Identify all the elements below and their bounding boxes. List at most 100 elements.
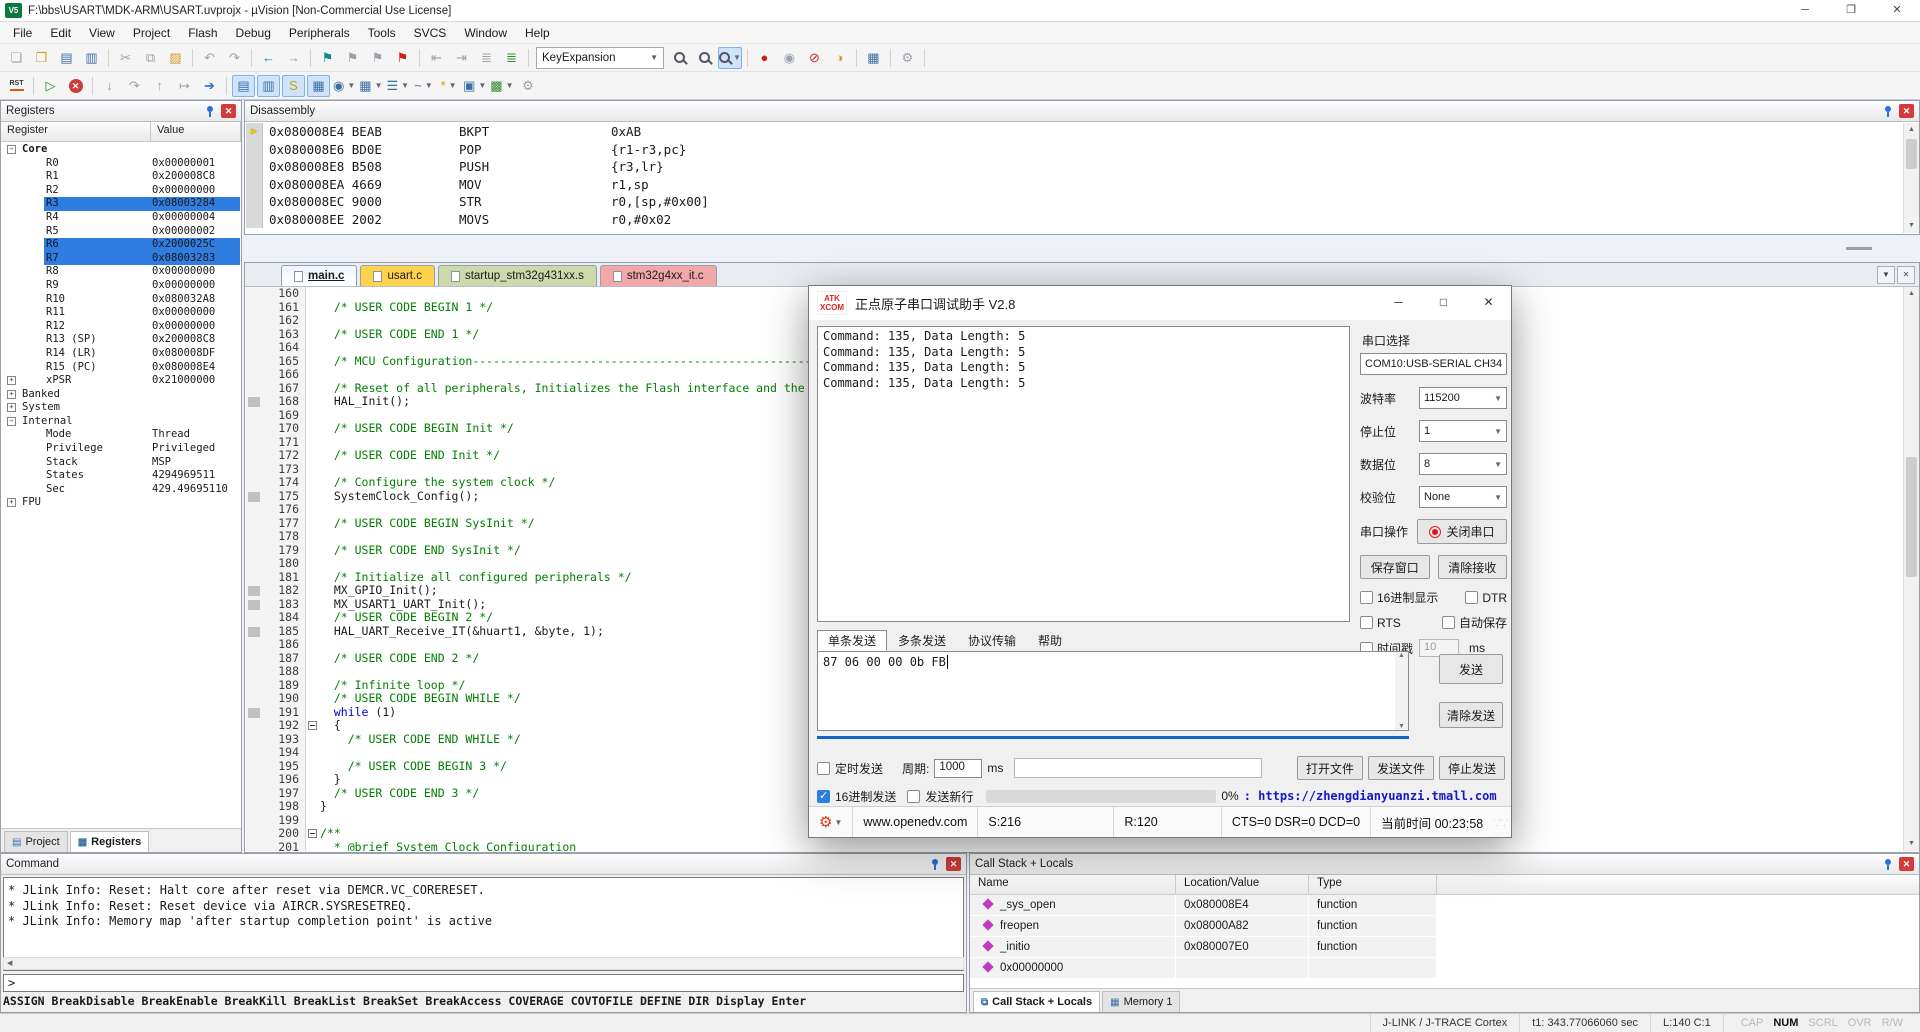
- send-file-button[interactable]: 发送文件: [1368, 756, 1434, 780]
- expand-icon[interactable]: +: [7, 498, 16, 507]
- send-tab-item[interactable]: 多条发送: [887, 630, 957, 651]
- disassembly-line[interactable]: 0x080008E6 BD0EPOP{r1-r3,pc}: [246, 141, 1902, 159]
- file-path-field[interactable]: [1014, 758, 1262, 778]
- baud-select[interactable]: 115200▼: [1419, 387, 1507, 409]
- collapse-icon[interactable]: −: [7, 145, 16, 154]
- receive-area[interactable]: Command: 135, Data Length: 5Command: 135…: [817, 326, 1350, 622]
- debug-settings-button[interactable]: ⚙: [517, 75, 540, 97]
- timed-send-checkbox[interactable]: [817, 762, 830, 775]
- reset-cpu-button[interactable]: RST: [5, 75, 28, 97]
- fold-collapse-icon[interactable]: [308, 721, 317, 730]
- menu-debug[interactable]: Debug: [227, 22, 280, 44]
- auto-save-checkbox[interactable]: [1442, 616, 1455, 629]
- step-into-button[interactable]: ↓: [98, 75, 121, 97]
- copy-button[interactable]: ⧉: [139, 47, 162, 69]
- disassembly-line[interactable]: ▶0x080008E4 BEABBKPT0xAB: [246, 123, 1902, 141]
- period-input[interactable]: 1000: [934, 759, 982, 778]
- register-row-stack[interactable]: StackMSP: [2, 456, 240, 470]
- disassembly-scrollbar[interactable]: ▲ ▼: [1903, 123, 1919, 233]
- register-row-r0[interactable]: R00x00000001: [2, 157, 240, 171]
- minimize-button[interactable]: ─: [1376, 286, 1421, 320]
- rts-checkbox[interactable]: [1360, 616, 1373, 629]
- send-button[interactable]: 发送: [1439, 654, 1503, 684]
- register-row-system[interactable]: +System: [2, 401, 240, 415]
- panel-splitter[interactable]: [244, 235, 1920, 262]
- settings-menu[interactable]: ⚙▼: [809, 807, 853, 837]
- disassembly-line[interactable]: 0x080008EE 2002MOVSr0,#0x02: [246, 211, 1902, 229]
- port-select[interactable]: COM10:USB-SERIAL CH34▼: [1360, 353, 1507, 375]
- menu-file[interactable]: File: [4, 22, 41, 44]
- clear-receive-button[interactable]: 清除接收: [1438, 555, 1508, 579]
- type-column-label[interactable]: Type: [1309, 875, 1437, 895]
- register-row-xpsr[interactable]: +xPSR0x21000000: [2, 374, 240, 388]
- scroll-up-icon[interactable]: ▲: [1904, 287, 1919, 301]
- register-row-mode[interactable]: ModeThread: [2, 428, 240, 442]
- hex-send-checkbox[interactable]: [817, 790, 830, 803]
- registers-window-button[interactable]: ▦: [307, 75, 330, 97]
- editor-tab-usart-c[interactable]: usart.c: [360, 265, 435, 286]
- editor-tab-main-c[interactable]: main.c: [281, 265, 357, 286]
- register-row-r15-pc-[interactable]: R15 (PC)0x080008E4: [2, 361, 240, 375]
- register-row-core[interactable]: −Core: [2, 143, 240, 157]
- register-row-sec[interactable]: Sec429.49695110: [2, 483, 240, 497]
- maximize-button[interactable]: ❐: [1828, 0, 1874, 21]
- register-row-r6[interactable]: R60x2000025C: [2, 238, 240, 252]
- find-in-files-button[interactable]: [668, 47, 691, 69]
- close-icon[interactable]: ✕: [1899, 857, 1914, 871]
- scrollbar-thumb[interactable]: [1906, 457, 1917, 577]
- menu-flash[interactable]: Flash: [179, 22, 226, 44]
- pin-icon[interactable]: [203, 104, 217, 118]
- disassembly-line[interactable]: 0x080008E8 B508PUSH{r3,lr}: [246, 158, 1902, 176]
- disassembly-line[interactable]: 0x080008EC 9000STRr0,[sp,#0x00]: [246, 193, 1902, 211]
- undo-button[interactable]: ↶: [198, 47, 221, 69]
- menu-window[interactable]: Window: [455, 22, 516, 44]
- redo-button[interactable]: ↷: [223, 47, 246, 69]
- navigate-back-button[interactable]: ←: [257, 47, 280, 69]
- pin-icon[interactable]: [1881, 857, 1895, 871]
- toolbox-button[interactable]: ▩▼: [489, 75, 514, 97]
- send-tab-item[interactable]: 帮助: [1027, 630, 1073, 651]
- scroll-up-icon[interactable]: ▲: [1904, 123, 1919, 137]
- send-newline-checkbox[interactable]: [907, 790, 920, 803]
- watch-window-button[interactable]: ◉▼: [332, 75, 356, 97]
- resize-grip[interactable]: ⸪⸪: [1493, 816, 1511, 829]
- stop-send-button[interactable]: 停止发送: [1439, 756, 1505, 780]
- run-button[interactable]: ▷: [39, 75, 62, 97]
- close-tab-button[interactable]: ✕: [1897, 266, 1915, 284]
- tab-project[interactable]: ▤Project: [4, 831, 68, 852]
- bookmark-previous-button[interactable]: ⚑: [341, 47, 364, 69]
- register-row-r9[interactable]: R90x00000000: [2, 279, 240, 293]
- shop-link[interactable]: : https://zhengdianyuanzi.tmall.com: [1244, 789, 1497, 803]
- close-icon[interactable]: ✕: [221, 104, 236, 118]
- name-column-label[interactable]: Name: [970, 875, 1176, 895]
- clear-send-button[interactable]: 清除发送: [1439, 702, 1503, 728]
- breakpoint-enable-disable-button[interactable]: ◉: [778, 47, 801, 69]
- symbol-window-button[interactable]: S: [282, 75, 305, 97]
- system-viewer-button[interactable]: ▣▼: [462, 75, 487, 97]
- key-expansion-combo[interactable]: KeyExpansion▼: [536, 47, 664, 69]
- close-button[interactable]: ✕: [1874, 0, 1920, 21]
- callstack-row[interactable]: 0x00000000: [970, 958, 1919, 979]
- analysis-window-button[interactable]: ~▼: [412, 75, 435, 97]
- uncomment-selection-button[interactable]: ≣: [500, 47, 523, 69]
- navigate-forward-button[interactable]: →: [282, 47, 305, 69]
- search-magnifier-button[interactable]: ▼: [718, 47, 742, 69]
- find-text-button[interactable]: [693, 47, 716, 69]
- code-line-201[interactable]: 201 * @brief System Clock Configuration: [246, 841, 1902, 852]
- register-row-fpu[interactable]: +FPU: [2, 496, 240, 510]
- close-button[interactable]: ✕: [1466, 286, 1511, 320]
- cut-button[interactable]: ✂: [114, 47, 137, 69]
- register-column-label[interactable]: Register: [1, 122, 151, 142]
- hex-display-checkbox[interactable]: [1360, 591, 1373, 604]
- close-port-button[interactable]: 关闭串口: [1417, 519, 1507, 544]
- value-column-label[interactable]: Value: [151, 122, 241, 142]
- website[interactable]: www.openedv.com: [853, 807, 978, 837]
- register-row-r13-sp-[interactable]: R13 (SP)0x200008C8: [2, 333, 240, 347]
- register-row-banked[interactable]: +Banked: [2, 388, 240, 402]
- save-button[interactable]: ▤: [55, 47, 78, 69]
- disassembly-line[interactable]: 0x080008EA 4669MOVr1,sp: [246, 176, 1902, 194]
- register-row-r14-lr-[interactable]: R14 (LR)0x080008DF: [2, 347, 240, 361]
- editor-tab-startup-stm32g431xx-s[interactable]: startup_stm32g431xx.s: [438, 265, 597, 286]
- register-row-privilege[interactable]: PrivilegePrivileged: [2, 442, 240, 456]
- editor-tab-stm32g4xx-it-c[interactable]: stm32g4xx_it.c: [600, 265, 717, 286]
